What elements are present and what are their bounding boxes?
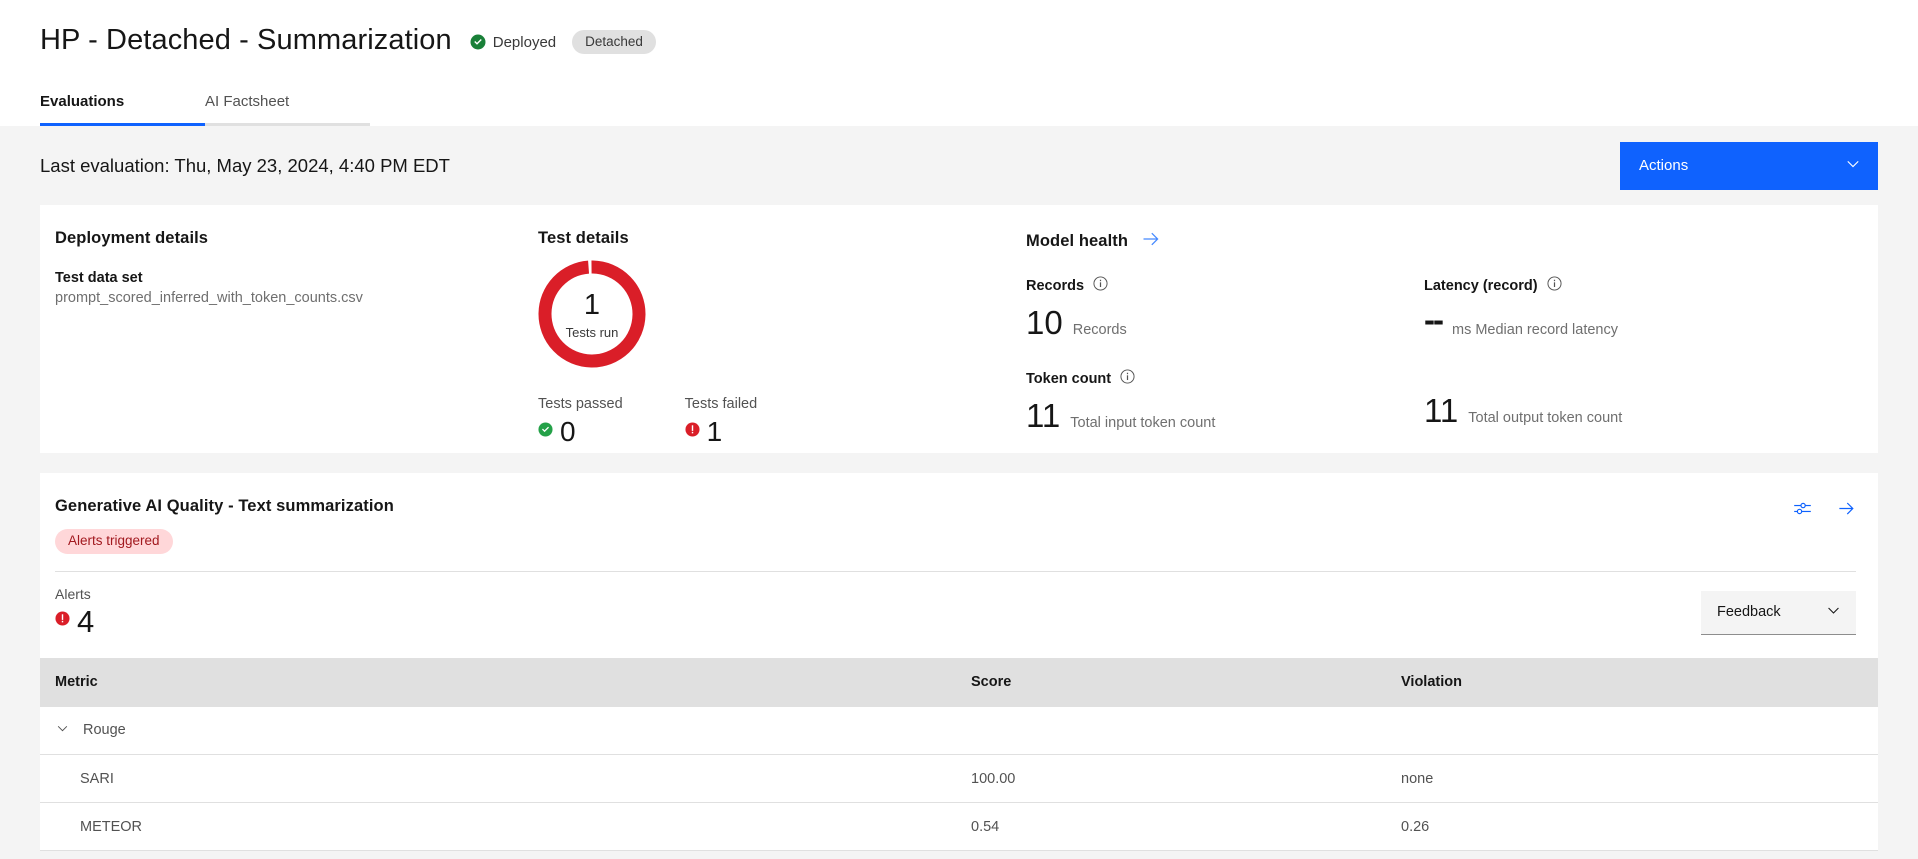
group-violation-cell bbox=[1385, 706, 1878, 755]
model-health-metrics-row-1: Records 10 Records Latency (record) -- m… bbox=[1026, 276, 1846, 339]
test-data-set-value: prompt_scored_inferred_with_token_counts… bbox=[55, 290, 363, 306]
tab-list: Evaluations AI Factsheet bbox=[40, 93, 370, 126]
information-icon[interactable] bbox=[1093, 276, 1108, 296]
tests-run-caption: Tests run bbox=[565, 324, 619, 340]
donut-center-label: 1 Tests run bbox=[538, 260, 646, 368]
page-header: HP - Detached - Summarization Deployed D… bbox=[0, 0, 1918, 126]
actions-button-label: Actions bbox=[1639, 157, 1689, 174]
quality-title: Generative AI Quality - Text summarizati… bbox=[55, 497, 394, 515]
quality-title-block: Generative AI Quality - Text summarizati… bbox=[55, 497, 394, 554]
metric-score: 0.54 bbox=[955, 802, 1385, 851]
group-score-cell bbox=[955, 706, 1385, 755]
deployment-details-section: Deployment details Test data set prompt_… bbox=[40, 229, 538, 453]
page-title: HP - Detached - Summarization bbox=[40, 24, 452, 56]
alerts-summary: Alerts 4 bbox=[55, 586, 94, 637]
token-count-output-metric: 11 Total output token count bbox=[1424, 369, 1822, 432]
table-row[interactable]: METEOR 0.54 0.26 bbox=[40, 802, 1878, 851]
tests-failed-stat: Tests failed 1 bbox=[685, 396, 758, 446]
output-token-value: 11 bbox=[1424, 392, 1459, 429]
tests-passed-value: 0 bbox=[560, 416, 576, 447]
latency-unit: ms Median record latency bbox=[1451, 322, 1618, 338]
tests-run-value: 1 bbox=[583, 288, 601, 321]
column-header-violation[interactable]: Violation bbox=[1385, 657, 1878, 707]
status-badge: Detached bbox=[572, 29, 656, 55]
records-metric: Records 10 Records bbox=[1026, 276, 1424, 339]
deployment-details-title: Deployment details bbox=[55, 229, 209, 247]
check-circle-filled-icon bbox=[538, 422, 553, 442]
deployment-status-label: Deployed bbox=[492, 33, 557, 51]
chevron-down-icon[interactable] bbox=[55, 721, 70, 740]
test-details-section: Test details 1 Tests run Tests passed 0 bbox=[538, 229, 1026, 453]
feedback-dropdown[interactable]: Feedback bbox=[1701, 590, 1856, 635]
arrow-right-icon[interactable] bbox=[1837, 499, 1856, 523]
token-count-input-metric: Token count 11 Total input token count bbox=[1026, 369, 1424, 432]
feedback-dropdown-label: Feedback bbox=[1717, 604, 1781, 620]
model-health-section: Model health Records 10 Records Latency … bbox=[1026, 229, 1878, 453]
table-header-row: Metric Score Violation bbox=[40, 657, 1878, 707]
metric-name: METEOR bbox=[40, 802, 955, 851]
information-icon[interactable] bbox=[1547, 276, 1562, 296]
test-details-title: Test details bbox=[538, 229, 629, 247]
arrow-right-icon[interactable] bbox=[1141, 229, 1161, 254]
error-filled-icon bbox=[55, 611, 70, 631]
chevron-down-icon bbox=[1844, 155, 1862, 177]
latency-value: -- bbox=[1424, 301, 1444, 338]
check-circle-filled-icon bbox=[470, 34, 486, 50]
error-filled-icon bbox=[685, 422, 700, 442]
alerts-label: Alerts bbox=[55, 585, 91, 602]
column-header-metric[interactable]: Metric bbox=[40, 657, 955, 707]
column-header-score[interactable]: Score bbox=[955, 657, 1385, 707]
records-label: Records bbox=[1026, 278, 1085, 294]
tests-passed-label: Tests passed bbox=[538, 396, 623, 412]
alerts-count: 4 bbox=[77, 603, 95, 639]
tests-failed-label: Tests failed bbox=[684, 396, 758, 412]
table-group-row[interactable]: Rouge bbox=[40, 706, 1878, 755]
subheader-bar: Last evaluation: Thu, May 23, 2024, 4:40… bbox=[0, 126, 1918, 205]
status-group: Deployed Detached bbox=[470, 26, 656, 55]
deployment-status: Deployed bbox=[470, 34, 556, 50]
metric-violation: 0.26 bbox=[1385, 802, 1878, 851]
input-token-unit: Total input token count bbox=[1070, 415, 1216, 431]
test-data-set-label: Test data set bbox=[55, 270, 143, 286]
metric-violation: none bbox=[1385, 754, 1878, 803]
model-health-title: Model health bbox=[1026, 232, 1129, 250]
table-row[interactable]: SARI 100.00 none bbox=[40, 754, 1878, 803]
records-unit: Records bbox=[1072, 322, 1127, 338]
title-row: HP - Detached - Summarization Deployed D… bbox=[40, 0, 1878, 58]
test-stats-row: Tests passed 0 Tests failed 1 bbox=[538, 396, 1026, 446]
latency-label: Latency (record) bbox=[1424, 278, 1538, 294]
quality-actions bbox=[1793, 497, 1856, 523]
chevron-down-icon bbox=[1825, 602, 1842, 623]
actions-button[interactable]: Actions bbox=[1620, 141, 1878, 190]
latency-metric: Latency (record) -- ms Median record lat… bbox=[1424, 276, 1822, 339]
tab-evaluations[interactable]: Evaluations bbox=[40, 93, 205, 126]
token-count-label: Token count bbox=[1026, 371, 1112, 387]
tests-failed-value: 1 bbox=[706, 416, 723, 447]
information-icon[interactable] bbox=[1120, 369, 1135, 389]
tests-run-donut-chart: 1 Tests run bbox=[538, 260, 646, 368]
metric-name: SARI bbox=[40, 754, 955, 803]
last-evaluation-text: Last evaluation: Thu, May 23, 2024, 4:40… bbox=[40, 154, 450, 176]
metrics-table: Metric Score Violation Rouge SARI 100.00… bbox=[40, 657, 1878, 851]
alerts-triggered-badge: Alerts triggered bbox=[55, 529, 173, 554]
input-token-value: 11 bbox=[1026, 397, 1061, 434]
generative-ai-quality-card: Generative AI Quality - Text summarizati… bbox=[40, 473, 1878, 851]
output-token-unit: Total output token count bbox=[1468, 410, 1623, 426]
details-card: Deployment details Test data set prompt_… bbox=[40, 205, 1878, 453]
tests-passed-stat: Tests passed 0 bbox=[538, 396, 623, 446]
metric-score: 100.00 bbox=[955, 754, 1385, 803]
records-value: 10 bbox=[1026, 304, 1063, 341]
group-name: Rouge bbox=[83, 722, 126, 739]
model-health-metrics-row-2: Token count 11 Total input token count 1… bbox=[1026, 369, 1846, 432]
sliders-icon[interactable] bbox=[1793, 499, 1812, 523]
tab-ai-factsheet[interactable]: AI Factsheet bbox=[205, 93, 370, 126]
